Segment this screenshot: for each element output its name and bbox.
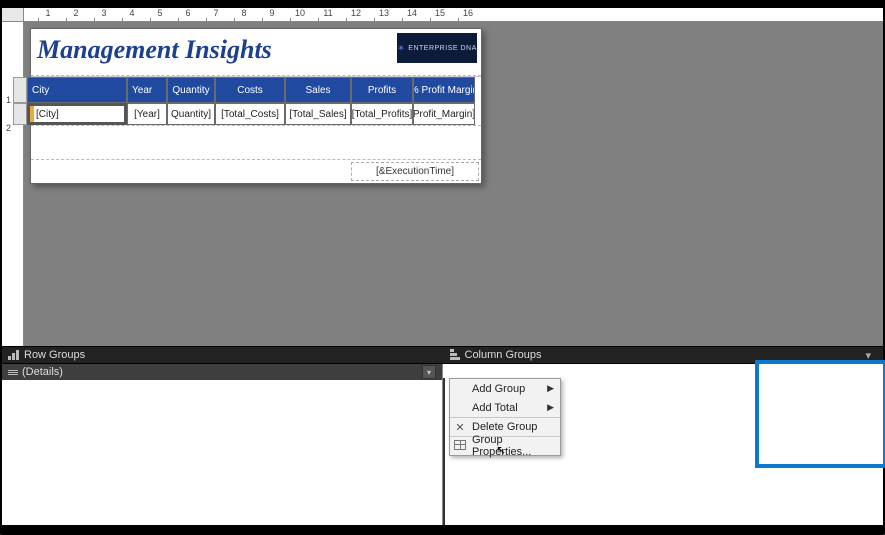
col-header-year[interactable]: Year: [127, 77, 167, 103]
column-groups-label: Column Groups: [465, 349, 542, 361]
execution-time-placeholder[interactable]: [&ExecutionTime]: [351, 162, 479, 181]
groups-splitter[interactable]: [443, 378, 445, 525]
column-groups-panel[interactable]: Add Group ▶ Add Total ▶ ✕ Delete Group G…: [443, 364, 883, 525]
report-body[interactable]: Management Insights ✶ ENTERPRISE DNA Cit…: [30, 28, 482, 184]
delete-icon: ✕: [453, 421, 467, 434]
ruler-mark: 9: [269, 8, 274, 18]
col-header-costs[interactable]: Costs: [215, 77, 285, 103]
groups-pane: (Details) ▾ Add Group ▶ Add Total ▶ ✕ De…: [2, 364, 883, 525]
ruler-mark: 16: [463, 8, 473, 18]
ruler-mark: 15: [435, 8, 445, 18]
menu-add-group[interactable]: Add Group ▶: [450, 379, 560, 398]
details-group-label: (Details): [22, 366, 63, 378]
row-groups-panel[interactable]: (Details) ▾: [2, 364, 443, 525]
col-header-sales[interactable]: Sales: [285, 77, 351, 103]
groups-pane-chevron-icon[interactable]: ▾: [865, 349, 877, 362]
groups-pane-header: Row Groups Column Groups ▾: [2, 346, 883, 364]
ruler-mark: 13: [379, 8, 389, 18]
submenu-arrow-icon: ▶: [547, 383, 554, 394]
vertical-ruler: 12: [2, 22, 24, 346]
ruler-mark: 4: [129, 8, 134, 18]
vruler-mark: 2: [6, 123, 11, 133]
ruler-mark: 12: [351, 8, 361, 18]
col-header-quantity[interactable]: Quantity: [167, 77, 215, 103]
cell-costs[interactable]: [Total_Costs]: [215, 103, 285, 125]
cell-profit-margin[interactable]: Profit_Margin]: [413, 103, 475, 125]
cell-sales[interactable]: [Total_Sales]: [285, 103, 351, 125]
logo-text: ENTERPRISE DNA: [408, 45, 476, 52]
row-handle-header[interactable]: [13, 77, 27, 103]
cell-year[interactable]: [Year]: [127, 103, 167, 125]
column-groups-icon: [450, 349, 460, 361]
tablix-detail-row[interactable]: [City] [Year] Quantity] [Total_Costs] [T…: [27, 103, 481, 125]
report-footer[interactable]: [&ExecutionTime]: [31, 159, 481, 183]
col-header-profit-margin[interactable]: % Profit Margin: [413, 77, 475, 103]
tablix[interactable]: City Year Quantity Costs Sales Profits %…: [31, 76, 481, 125]
group-context-menu: Add Group ▶ Add Total ▶ ✕ Delete Group G…: [449, 378, 561, 456]
submenu-arrow-icon: ▶: [547, 402, 554, 413]
details-dropdown-button[interactable]: ▾: [422, 365, 436, 379]
vruler-mark: 1: [6, 95, 11, 105]
ruler-mark: 2: [73, 8, 78, 18]
ruler-mark: 1: [45, 8, 50, 18]
row-groups-label: Row Groups: [24, 349, 85, 361]
ruler-mark: 10: [295, 8, 305, 18]
report-title[interactable]: Management Insights: [31, 29, 393, 75]
menu-add-total[interactable]: Add Total ▶: [450, 398, 560, 417]
menu-group-properties[interactable]: Group Properties... ↖: [450, 436, 560, 455]
enterprise-dna-logo[interactable]: ✶ ENTERPRISE DNA: [397, 33, 477, 63]
logo-star-icon: ✶: [397, 43, 405, 54]
row-handle-detail[interactable]: [13, 103, 27, 125]
row-groups-icon: [8, 350, 20, 360]
ruler-mark: 7: [213, 8, 218, 18]
horizontal-ruler: 12345678910111213141516: [2, 8, 883, 22]
col-header-profits[interactable]: Profits: [351, 77, 413, 103]
tutorial-highlight-box: [755, 360, 885, 468]
report-design-surface[interactable]: Management Insights ✶ ENTERPRISE DNA Cit…: [24, 22, 883, 346]
details-group-icon: [8, 370, 18, 375]
ruler-mark: 11: [323, 8, 332, 18]
cell-city[interactable]: [City]: [27, 103, 127, 125]
cell-quantity[interactable]: Quantity]: [167, 103, 215, 125]
ruler-mark: 14: [407, 8, 417, 18]
ruler-mark: 5: [157, 8, 162, 18]
col-header-city[interactable]: City: [27, 77, 127, 103]
tablix-row-handles[interactable]: [13, 77, 27, 125]
ruler-mark: 8: [241, 8, 246, 18]
cell-profits[interactable]: [Total_Profits]: [351, 103, 413, 125]
properties-icon: [453, 440, 467, 453]
tablix-header-row[interactable]: City Year Quantity Costs Sales Profits %…: [27, 77, 481, 103]
ruler-mark: 3: [101, 8, 106, 18]
ruler-mark: 6: [185, 8, 190, 18]
row-group-details[interactable]: (Details) ▾: [2, 364, 442, 380]
